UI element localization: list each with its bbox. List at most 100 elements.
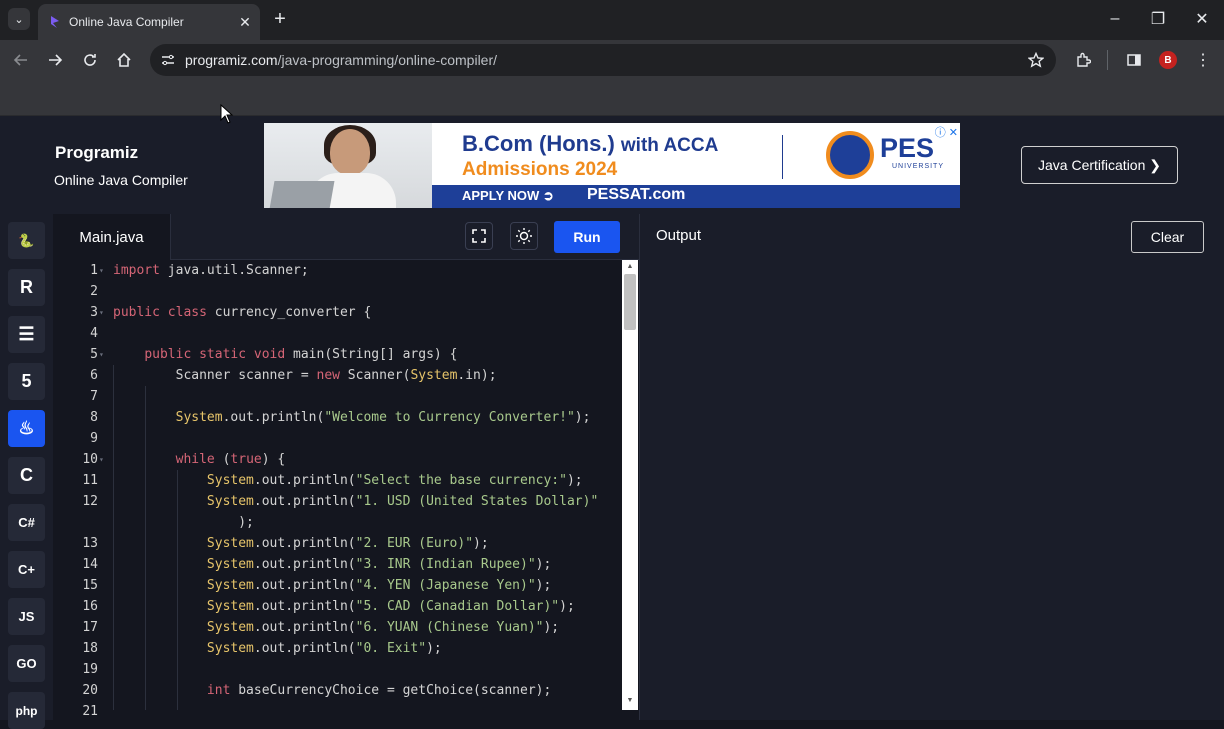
- forward-icon[interactable]: [43, 48, 67, 72]
- ad-cta-band: APPLY NOW ➲ PESSAT.com: [432, 185, 960, 208]
- code-line: 7: [53, 386, 622, 407]
- fold-arrow-icon[interactable]: ▾: [99, 302, 104, 323]
- code-text: int baseCurrencyChoice = getChoice(scann…: [206, 683, 552, 698]
- php-icon[interactable]: php: [8, 692, 45, 729]
- browser-tab[interactable]: Online Java Compiler ✕: [38, 4, 260, 40]
- mouse-cursor-icon: [220, 104, 234, 124]
- fold-arrow-icon[interactable]: ▾: [99, 260, 104, 281]
- bookmark-star-icon[interactable]: [1026, 50, 1046, 70]
- cpp-icon[interactable]: C+: [8, 551, 45, 588]
- code-text: System.out.println("3. INR (Indian Rupee…: [206, 557, 552, 572]
- java-certification-button[interactable]: Java Certification ❯: [1021, 146, 1178, 184]
- side-panel-icon[interactable]: [1122, 48, 1146, 72]
- fold-arrow-icon[interactable]: ▾: [99, 449, 104, 470]
- scroll-up-icon[interactable]: ▲: [622, 262, 638, 272]
- file-tab[interactable]: Main.java: [53, 214, 171, 260]
- window-close-icon[interactable]: ✕: [1187, 7, 1217, 31]
- csharp-icon[interactable]: C#: [8, 504, 45, 541]
- line-number: 13: [82, 536, 98, 551]
- address-bar[interactable]: programiz.com/java-programming/online-co…: [150, 44, 1056, 76]
- line-number: 17: [82, 620, 98, 635]
- clear-button[interactable]: Clear: [1131, 221, 1204, 253]
- ad-choices-icon[interactable]: ⓘ ✕: [935, 124, 958, 140]
- advertisement-banner[interactable]: B.Com (Hons.) with ACCA Admissions 2024 …: [264, 123, 960, 208]
- minimize-icon[interactable]: –: [1100, 7, 1130, 31]
- code-line: 11 System.out.println("Select the base c…: [53, 470, 622, 491]
- line-number: 16: [82, 599, 98, 614]
- code-text: while (true) {: [175, 452, 286, 467]
- ad-brand-sub: UNIVERSITY: [892, 163, 945, 170]
- code-line: );: [53, 512, 622, 533]
- line-number: 10: [82, 452, 98, 467]
- line-number: 14: [82, 557, 98, 572]
- run-button[interactable]: Run: [554, 221, 620, 253]
- java-icon[interactable]: ♨: [8, 410, 45, 447]
- theme-toggle-icon[interactable]: [510, 222, 538, 250]
- ad-subheadline: Admissions 2024: [462, 159, 618, 180]
- page-title: Online Java Compiler: [54, 172, 188, 188]
- code-line: 21: [53, 701, 622, 720]
- code-editor[interactable]: 1 ▾ import java.util.Scanner; 2 3 ▾ public cla…: [53, 260, 622, 720]
- profile-avatar[interactable]: B: [1159, 51, 1177, 69]
- r-icon[interactable]: R: [8, 269, 45, 306]
- tab-title: Online Java Compiler: [69, 15, 184, 29]
- code-line: 6 Scanner scanner = new Scanner(System.i…: [53, 365, 622, 386]
- site-header: Programiz Online Java Compiler B.Com (Ho…: [0, 116, 1224, 214]
- editor-scrollbar[interactable]: ▲ ▼: [622, 260, 638, 710]
- new-tab-button[interactable]: +: [270, 8, 290, 30]
- code-line: 10 ▾ while (true) {: [53, 449, 622, 470]
- browser-menu-icon[interactable]: ⋮: [1191, 48, 1215, 72]
- code-line: 16 System.out.println("5. CAD (Canadian …: [53, 596, 622, 617]
- line-number: 12: [82, 494, 98, 509]
- code-line: 3 ▾ public class currency_converter {: [53, 302, 622, 323]
- url-text: programiz.com/java-programming/online-co…: [185, 52, 498, 68]
- toolbar-divider: [1107, 50, 1108, 70]
- scrollbar-thumb[interactable]: [624, 274, 636, 330]
- programiz-logo[interactable]: Programiz: [55, 143, 138, 163]
- code-text: System.out.println("5. CAD (Canadian Dol…: [206, 599, 575, 614]
- home-icon[interactable]: [112, 48, 136, 72]
- line-number: 19: [82, 662, 98, 677]
- fold-arrow-icon[interactable]: ▾: [99, 344, 104, 365]
- editor-header: Main.java Run: [53, 214, 639, 260]
- line-number: 11: [82, 473, 98, 488]
- bookmark-bar: [0, 80, 1224, 116]
- ad-apply-text: APPLY NOW ➲: [462, 188, 554, 203]
- html-icon[interactable]: 5: [8, 363, 45, 400]
- code-text: Scanner scanner = new Scanner(System.in)…: [113, 368, 497, 383]
- c-icon[interactable]: C: [8, 457, 45, 494]
- tab-close-icon[interactable]: ✕: [236, 13, 254, 31]
- code-text: public static void main(String[] args) {: [144, 347, 458, 362]
- go-icon[interactable]: GO: [8, 645, 45, 682]
- line-number: 6: [90, 368, 98, 383]
- code-line: 17 System.out.println("6. YUAN (Chinese …: [53, 617, 622, 638]
- output-panel: [639, 260, 1224, 720]
- code-line: 20 int baseCurrencyChoice = getChoice(sc…: [53, 680, 622, 701]
- code-line: 2: [53, 281, 622, 302]
- restore-icon[interactable]: ❐: [1143, 7, 1173, 31]
- line-number: 20: [82, 683, 98, 698]
- back-icon[interactable]: [9, 48, 33, 72]
- python-icon[interactable]: 🐍: [8, 222, 45, 259]
- code-line: 19: [53, 659, 622, 680]
- code-line: 1 ▾ import java.util.Scanner;: [53, 260, 622, 281]
- code-line: 9: [53, 428, 622, 449]
- line-number: 15: [82, 578, 98, 593]
- scroll-down-icon[interactable]: ▼: [622, 696, 638, 706]
- extensions-icon[interactable]: [1071, 48, 1095, 72]
- tab-search-button[interactable]: ⌄: [8, 8, 30, 30]
- site-info-icon[interactable]: [158, 50, 178, 70]
- fullscreen-icon[interactable]: [465, 222, 493, 250]
- line-number: 9: [90, 431, 98, 446]
- programiz-favicon-icon: [51, 16, 59, 28]
- code-text: System.out.println("Welcome to Currency …: [175, 410, 591, 425]
- reload-icon[interactable]: [78, 48, 102, 72]
- ad-pessat-text: PESSAT.com: [587, 186, 686, 203]
- code-text: System.out.println("1. USD (United State…: [206, 494, 599, 509]
- sql-icon[interactable]: ☰: [8, 316, 45, 353]
- ad-photo: [264, 123, 432, 208]
- code-line: 8 System.out.println("Welcome to Currenc…: [53, 407, 622, 428]
- line-number: 3: [90, 305, 98, 320]
- js-icon[interactable]: JS: [8, 598, 45, 635]
- ad-brand: PES: [880, 133, 935, 163]
